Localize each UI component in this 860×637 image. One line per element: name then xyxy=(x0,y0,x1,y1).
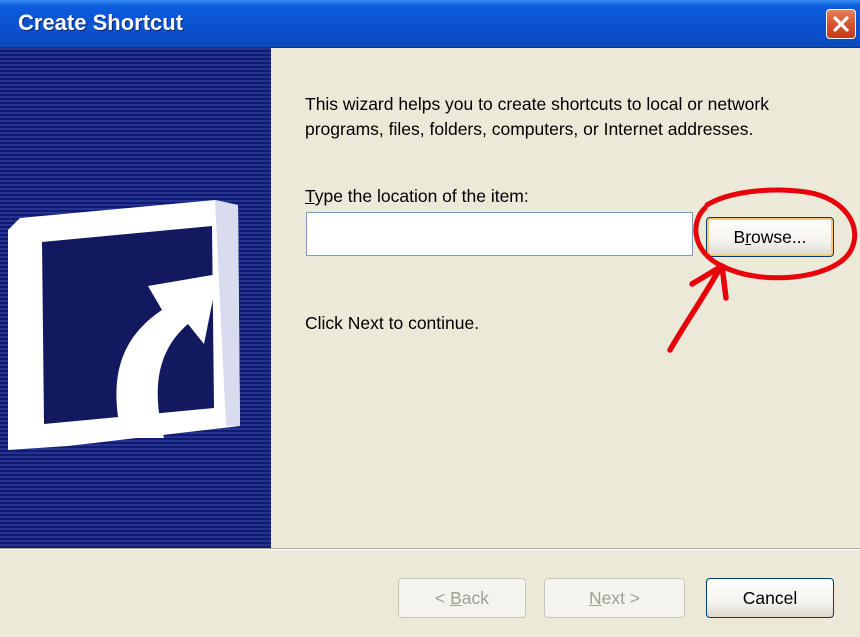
close-button[interactable] xyxy=(826,9,856,39)
location-label-mnemonic: T xyxy=(305,186,315,206)
annotation-arrow xyxy=(667,263,729,353)
create-shortcut-dialog: Create Shortcut This wizard helps you to… xyxy=(0,0,860,637)
footer-divider xyxy=(0,548,860,550)
shortcut-arrow-icon xyxy=(8,200,240,450)
title-bar[interactable]: Create Shortcut xyxy=(0,0,860,48)
location-input[interactable] xyxy=(306,212,693,256)
browse-label-pre: B xyxy=(733,227,746,247)
back-label-post: ack xyxy=(461,588,489,608)
cancel-button[interactable]: Cancel xyxy=(706,578,834,618)
location-label: Type the location of the item: xyxy=(305,186,529,207)
wizard-banner xyxy=(0,48,271,548)
next-label-mnemonic: N xyxy=(588,588,602,608)
browse-button[interactable]: Browse... xyxy=(706,217,834,257)
browse-label-post: owse... xyxy=(751,227,807,247)
back-button[interactable]: < Back xyxy=(398,578,526,618)
close-icon xyxy=(833,16,849,32)
window-title: Create Shortcut xyxy=(18,10,184,35)
back-label-mnemonic: B xyxy=(450,588,462,608)
next-button[interactable]: Next > xyxy=(544,578,685,618)
continue-text: Click Next to continue. xyxy=(305,313,480,333)
next-label-post: ext > xyxy=(601,588,641,608)
intro-text: This wizard helps you to create shortcut… xyxy=(305,94,769,139)
location-label-text: ype the location of the item: xyxy=(314,186,529,206)
back-label-pre: < xyxy=(434,588,451,608)
